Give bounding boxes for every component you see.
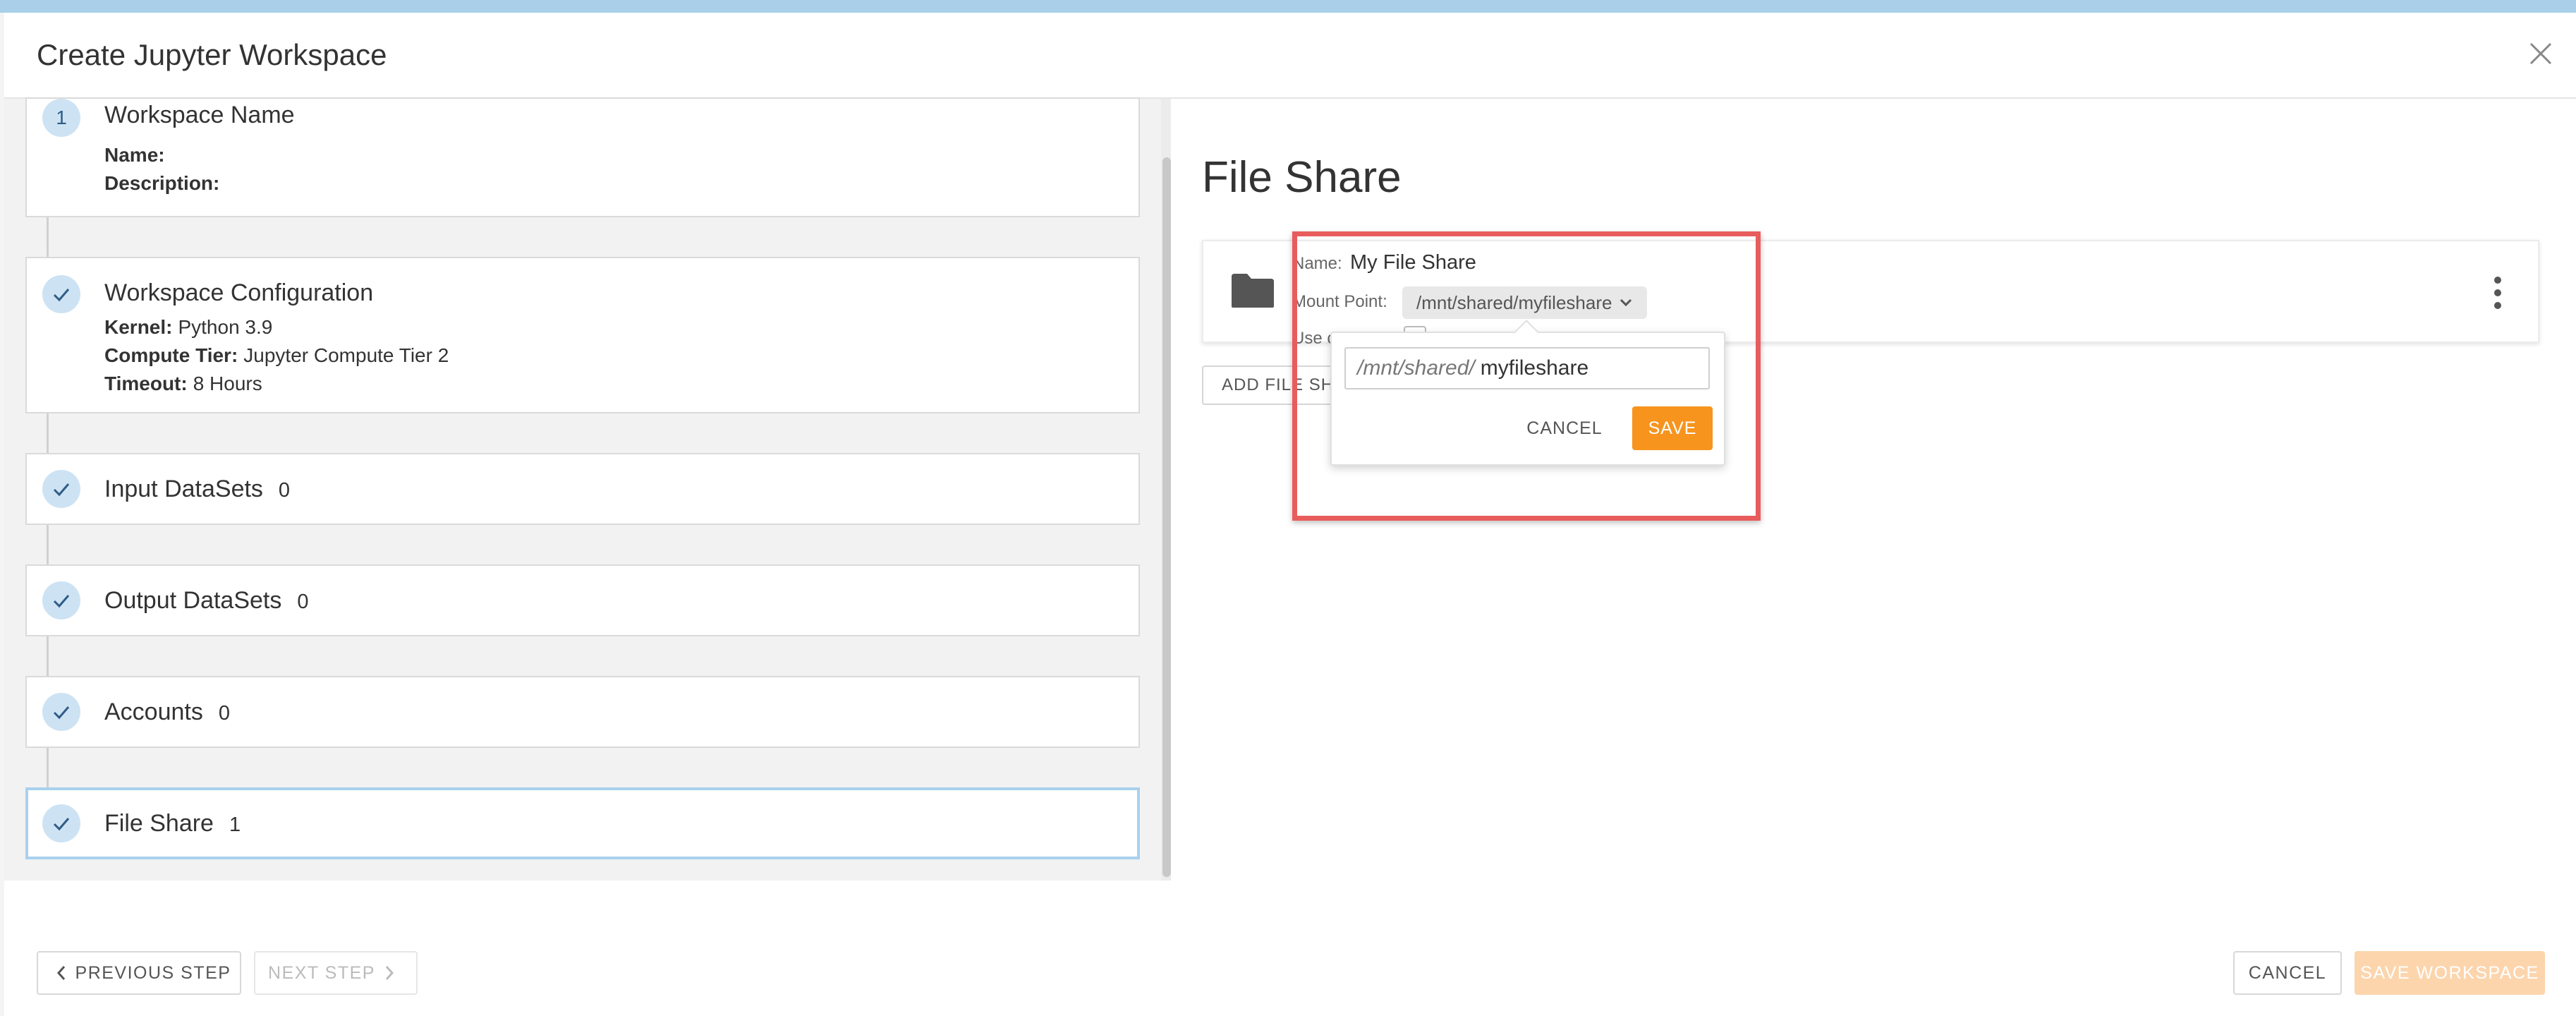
chevron-right-icon bbox=[385, 966, 394, 980]
modal-title: Create Jupyter Workspace bbox=[37, 38, 387, 71]
step-detail-compute-tier: Compute Tier: Jupyter Compute Tier 2 bbox=[104, 344, 449, 366]
folder-icon bbox=[1232, 274, 1274, 308]
check-icon bbox=[42, 275, 80, 313]
step-count: 0 bbox=[218, 702, 230, 725]
content-title: File Share bbox=[1202, 153, 1402, 202]
step-title: Output DataSets 0 bbox=[104, 587, 309, 614]
step-file-share[interactable]: File Share 1 bbox=[25, 787, 1140, 859]
step-title: Input DataSets 0 bbox=[104, 476, 291, 502]
step-count: 1 bbox=[229, 814, 241, 836]
step-connector bbox=[47, 748, 49, 787]
save-workspace-button[interactable]: SAVE WORKSPACE bbox=[2355, 951, 2545, 995]
check-icon bbox=[42, 693, 80, 731]
popover-save-button[interactable]: SAVE bbox=[1632, 406, 1713, 450]
top-accent-bar bbox=[0, 0, 2576, 13]
step-connector bbox=[47, 525, 49, 564]
check-icon bbox=[42, 470, 80, 508]
popover-cancel-button[interactable]: CANCEL bbox=[1522, 406, 1607, 450]
step-output-datasets[interactable]: Output DataSets 0 bbox=[25, 564, 1140, 636]
create-workspace-modal: Create Jupyter Workspace 1 Workspace Nam… bbox=[4, 13, 2576, 1016]
steps-panel: 1 Workspace Name Name: Description: Work… bbox=[4, 97, 1171, 881]
mount-point-prefix: /mnt/shared/ bbox=[1357, 356, 1475, 380]
step-detail-name: Name: bbox=[104, 144, 165, 166]
kebab-icon[interactable] bbox=[2493, 275, 2503, 310]
check-icon bbox=[42, 804, 80, 842]
next-step-button[interactable]: NEXT STEP bbox=[254, 951, 418, 995]
steps-scrollbar-thumb[interactable] bbox=[1162, 157, 1171, 877]
step-title: File Share 1 bbox=[104, 810, 241, 837]
step-input-datasets[interactable]: Input DataSets 0 bbox=[25, 453, 1140, 525]
mount-point-popover: /mnt/shared/ myfileshare CANCEL SAVE bbox=[1330, 332, 1725, 466]
step-workspace-configuration[interactable]: Workspace Configuration Kernel: Python 3.… bbox=[25, 257, 1140, 413]
modal-header: Create Jupyter Workspace bbox=[4, 13, 2576, 99]
mount-point-input[interactable]: /mnt/shared/ myfileshare bbox=[1344, 347, 1710, 389]
step-connector bbox=[47, 636, 49, 676]
step-detail-kernel: Kernel: Python 3.9 bbox=[104, 316, 273, 338]
step-count: 0 bbox=[297, 591, 309, 613]
step-connector bbox=[47, 413, 49, 453]
step-count: 0 bbox=[278, 479, 291, 502]
check-icon bbox=[42, 581, 80, 619]
step-workspace-name[interactable]: 1 Workspace Name Name: Description: bbox=[25, 97, 1140, 217]
step-title: Workspace Name bbox=[104, 102, 295, 128]
step-number-badge: 1 bbox=[42, 99, 80, 137]
step-title: Accounts 0 bbox=[104, 698, 230, 725]
chevron-left-icon bbox=[56, 966, 65, 980]
step-title: Workspace Configuration bbox=[104, 279, 374, 306]
step-detail-timeout: Timeout: 8 Hours bbox=[104, 373, 262, 394]
step-detail-description: Description: bbox=[104, 172, 220, 194]
close-icon[interactable] bbox=[2527, 40, 2555, 68]
cancel-button[interactable]: CANCEL bbox=[2233, 951, 2342, 995]
step-accounts[interactable]: Accounts 0 bbox=[25, 676, 1140, 748]
step-connector bbox=[47, 217, 49, 257]
previous-step-button[interactable]: PREVIOUS STEP bbox=[37, 951, 241, 995]
mount-point-value: myfileshare bbox=[1480, 356, 1589, 380]
